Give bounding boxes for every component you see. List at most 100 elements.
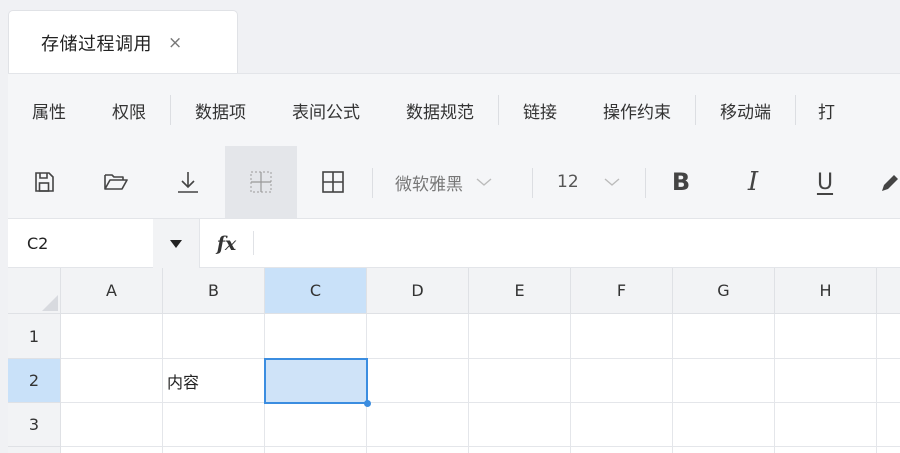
- inner-borders-button[interactable]: [225, 146, 297, 218]
- menu-item-print[interactable]: 打: [818, 98, 835, 123]
- save-button[interactable]: [8, 146, 80, 218]
- font-family-value: 微软雅黑: [395, 174, 463, 195]
- formula-input[interactable]: [266, 227, 886, 259]
- cell-f3[interactable]: [571, 403, 673, 447]
- cell-i4[interactable]: [877, 447, 900, 453]
- bold-icon: B: [671, 168, 691, 196]
- tab-label: 存储过程调用: [41, 33, 152, 55]
- menu-bar: 属性 权限 数据项 表间公式 数据规范 链接 操作约束 移动端 打: [8, 74, 900, 146]
- menu-divider: [695, 95, 696, 125]
- cell-h1[interactable]: [775, 314, 877, 359]
- designer-panel: 属性 权限 数据项 表间公式 数据规范 链接 操作约束 移动端 打 微软雅黑 1…: [8, 73, 900, 453]
- bold-button[interactable]: B: [645, 146, 717, 218]
- column-header-h[interactable]: H: [775, 268, 877, 314]
- cell-d4[interactable]: [367, 447, 469, 453]
- selected-cell-c2[interactable]: [264, 358, 368, 404]
- cell-a4[interactable]: [61, 447, 163, 453]
- cell-b4[interactable]: [163, 447, 265, 453]
- tab-close-icon[interactable]: ×: [168, 33, 182, 53]
- cell-d2[interactable]: [367, 359, 469, 403]
- chevron-down-icon: [604, 178, 620, 186]
- menu-divider: [498, 95, 499, 125]
- cell-e2[interactable]: [469, 359, 571, 403]
- cell-i1[interactable]: [877, 314, 900, 359]
- open-button[interactable]: [80, 146, 152, 218]
- cell-a3[interactable]: [61, 403, 163, 447]
- cell-d3[interactable]: [367, 403, 469, 447]
- column-header-e[interactable]: E: [469, 268, 571, 314]
- menu-item-operation-constraints[interactable]: 操作约束: [603, 98, 671, 123]
- tab-bar: 存储过程调用 ×: [8, 8, 900, 74]
- font-size-value: 12: [557, 172, 579, 192]
- cell-c4[interactable]: [265, 447, 367, 453]
- italic-icon: I: [747, 167, 759, 197]
- menu-item-data-items[interactable]: 数据项: [195, 98, 246, 123]
- cell-f4[interactable]: [571, 447, 673, 453]
- cell-a1[interactable]: [61, 314, 163, 359]
- cell-i2[interactable]: [877, 359, 900, 403]
- column-header-partial[interactable]: [877, 268, 900, 314]
- menu-item-links[interactable]: 链接: [523, 98, 557, 123]
- cell-d1[interactable]: [367, 314, 469, 359]
- inner-borders-icon: [250, 171, 272, 193]
- font-size-select[interactable]: 12: [557, 146, 621, 218]
- app-window: 存储过程调用 × 属性 权限 数据项 表间公式 数据规范 链接 操作约束 移动端…: [8, 8, 900, 453]
- column-header-b[interactable]: B: [163, 268, 265, 314]
- menu-item-mobile[interactable]: 移动端: [720, 98, 771, 123]
- select-all-corner[interactable]: [8, 268, 61, 314]
- menu-item-properties[interactable]: 属性: [32, 98, 66, 123]
- name-box-dropdown[interactable]: [153, 219, 199, 268]
- row-header-2[interactable]: 2: [8, 359, 61, 403]
- column-header-f[interactable]: F: [571, 268, 673, 314]
- cell-e4[interactable]: [469, 447, 571, 453]
- toolbar-divider: [532, 168, 533, 198]
- menu-item-data-rules[interactable]: 数据规范: [406, 98, 474, 123]
- cell-h2[interactable]: [775, 359, 877, 403]
- download-button[interactable]: [152, 146, 224, 218]
- cell-a2[interactable]: [61, 359, 163, 403]
- cell-g1[interactable]: [673, 314, 775, 359]
- fx-icon[interactable]: fx: [199, 219, 253, 268]
- save-icon: [35, 172, 54, 192]
- font-family-select[interactable]: 微软雅黑: [395, 146, 493, 218]
- row-header-1[interactable]: 1: [8, 314, 61, 359]
- cell-f2[interactable]: [571, 359, 673, 403]
- cell-c1[interactable]: [265, 314, 367, 359]
- cell-name-box[interactable]: C2: [8, 219, 153, 268]
- cell-g3[interactable]: [673, 403, 775, 447]
- cell-f1[interactable]: [571, 314, 673, 359]
- cell-b2[interactable]: 内容: [163, 359, 265, 403]
- column-header-d[interactable]: D: [367, 268, 469, 314]
- cell-i3[interactable]: [877, 403, 900, 447]
- underline-icon: U: [816, 169, 834, 195]
- row-header-3[interactable]: 3: [8, 403, 61, 447]
- format-painter-icon: [882, 175, 898, 191]
- column-header-a[interactable]: A: [61, 268, 163, 314]
- tab-stored-procedure-call[interactable]: 存储过程调用 ×: [8, 10, 238, 74]
- cell-b3[interactable]: [163, 403, 265, 447]
- underline-button[interactable]: U: [789, 146, 861, 218]
- menu-item-permissions[interactable]: 权限: [112, 98, 146, 123]
- all-borders-icon: [322, 171, 344, 193]
- toolbar: 微软雅黑 12 B I U: [8, 146, 900, 218]
- download-icon: [178, 172, 198, 193]
- italic-button[interactable]: I: [717, 146, 789, 218]
- row-header-4[interactable]: [8, 447, 61, 453]
- formula-bar: C2 fx: [8, 218, 900, 268]
- all-borders-button[interactable]: [297, 146, 369, 218]
- column-header-c[interactable]: C: [265, 268, 367, 314]
- format-painter-button[interactable]: [880, 146, 900, 218]
- corner-triangle-icon: [42, 295, 58, 311]
- cell-b1[interactable]: [163, 314, 265, 359]
- cell-g4[interactable]: [673, 447, 775, 453]
- fill-handle[interactable]: [364, 400, 371, 407]
- cell-h3[interactable]: [775, 403, 877, 447]
- cell-e3[interactable]: [469, 403, 571, 447]
- column-header-g[interactable]: G: [673, 268, 775, 314]
- menu-item-inter-table-formula[interactable]: 表间公式: [292, 98, 360, 123]
- cell-c3[interactable]: [265, 403, 367, 447]
- cell-g2[interactable]: [673, 359, 775, 403]
- cell-h4[interactable]: [775, 447, 877, 453]
- cell-e1[interactable]: [469, 314, 571, 359]
- formula-divider: [253, 231, 254, 255]
